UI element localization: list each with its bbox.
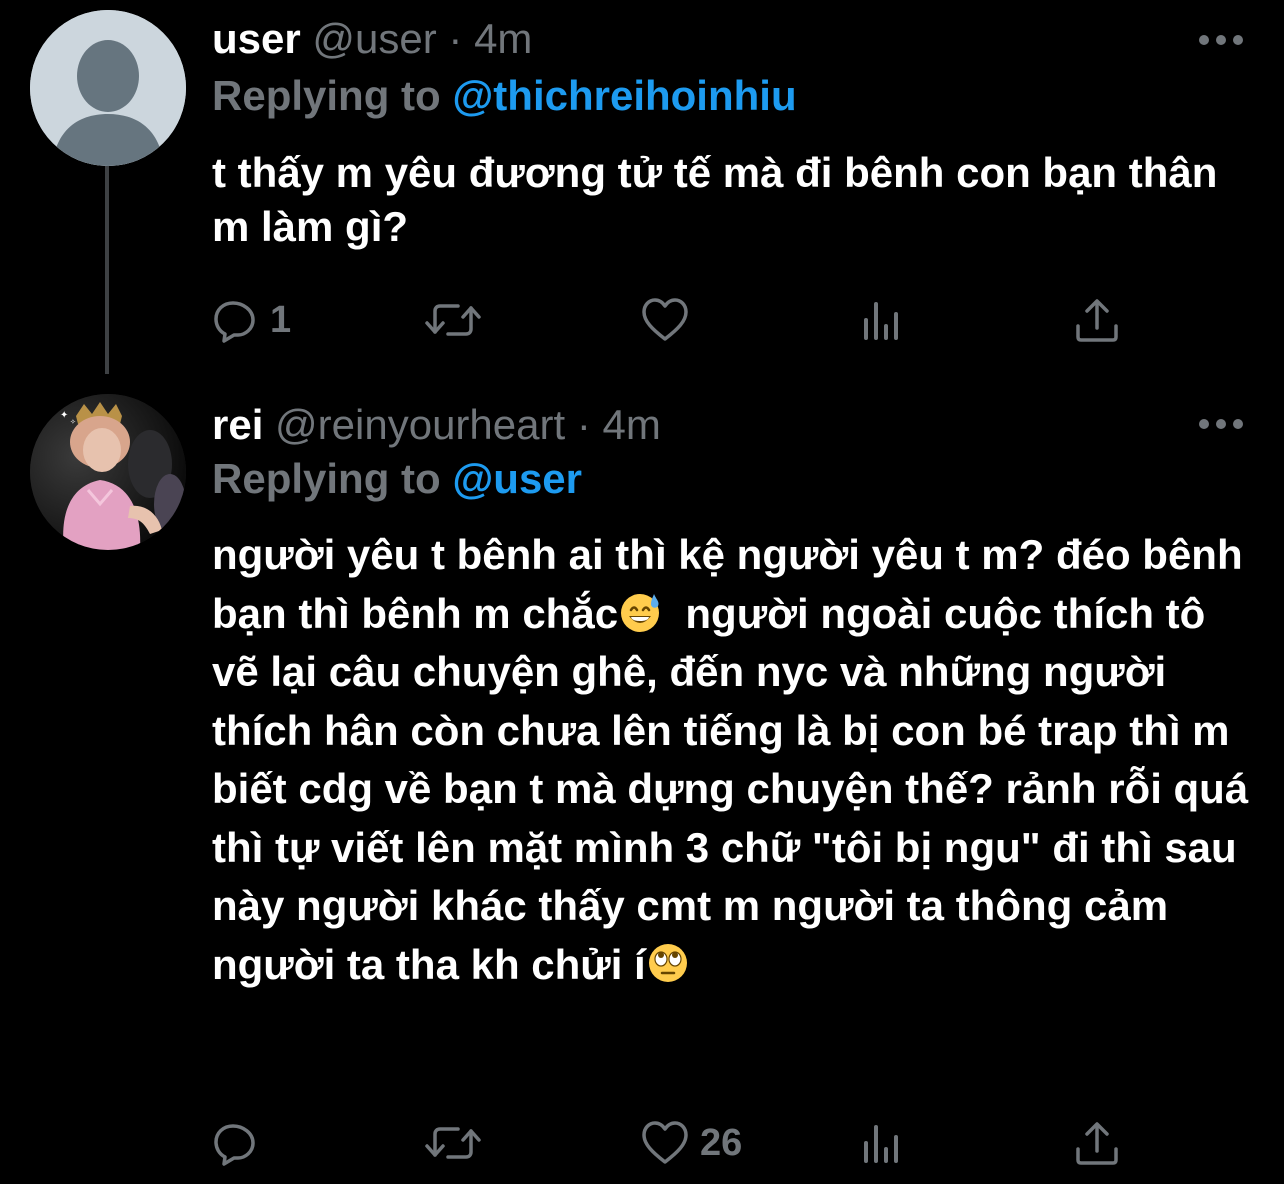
replying-to-line: Replying to @user [212,454,582,504]
reply-icon [214,301,255,343]
replying-to-mention[interactable]: @thichreihoinhiu [452,72,796,119]
tweet-actions: 1 [212,292,1252,348]
handle[interactable]: @reinyourheart [275,401,565,448]
default-profile-avatar[interactable] [30,10,186,166]
analytics-button[interactable] [860,292,904,348]
reply-button[interactable]: 1 [212,292,291,348]
grinning-face-with-sweat-emoji [621,593,660,632]
share-button[interactable] [1074,292,1120,348]
analytics-icon [864,302,898,340]
reply-count: 1 [270,298,292,341]
timestamp[interactable]: 4m [474,15,532,62]
profile-photo: ✦ ✧ [30,394,186,550]
handle[interactable]: @user [312,15,436,62]
like-button[interactable] [640,292,700,348]
heart-icon [642,1121,688,1164]
analytics-icon [864,1125,898,1163]
retweet-button[interactable] [424,292,492,348]
tweet-header: user @user · 4m [212,14,532,64]
reply-button[interactable] [212,1115,270,1171]
like-count: 26 [700,1121,743,1164]
heart-icon [642,298,688,341]
more-options-icon[interactable] [1198,417,1244,431]
replying-to-mention[interactable]: @user [452,455,582,502]
share-button[interactable] [1074,1115,1120,1171]
more-options-icon[interactable] [1198,33,1244,47]
thread-connector-line [105,166,109,374]
separator-dot: · [576,401,591,448]
retweet-icon [425,304,481,336]
share-icon [1076,1122,1118,1165]
tweet-text-part-2: người ngoài cuộc thích tô vẽ lại câu chu… [212,589,1260,988]
default-profile-icon [30,10,186,166]
analytics-button[interactable] [860,1115,904,1171]
replying-to-label: Replying to [212,455,441,502]
tweet-rei[interactable]: ✦ ✧ rei @reinyourheart · 4m Replying to … [0,390,1284,1184]
replying-to-label: Replying to [212,72,441,119]
profile-photo-avatar[interactable]: ✦ ✧ [30,394,186,550]
tweet-actions: 26 [212,1115,1252,1171]
tweet-text: người yêu t bênh ai thì kệ người yêu t m… [212,526,1252,994]
svg-text:✦: ✦ [60,410,68,421]
like-button[interactable]: 26 [640,1115,742,1171]
tweet-text: t thấy m yêu đương tử tế mà đi bênh con … [212,149,1230,250]
share-icon [1076,299,1118,342]
display-name[interactable]: rei [212,401,263,448]
tweet-user[interactable]: user @user · 4m Replying to @thichreihoi… [0,0,1284,390]
retweet-icon [425,1127,481,1159]
tweet-header: rei @reinyourheart · 4m [212,400,661,450]
timestamp[interactable]: 4m [603,401,661,448]
reply-icon [214,1124,255,1166]
separator-dot: · [448,15,463,62]
svg-text:✧: ✧ [70,418,76,426]
display-name[interactable]: user [212,15,301,62]
retweet-button[interactable] [424,1115,492,1171]
replying-to-line: Replying to @thichreihoinhiu [212,71,797,121]
face-with-rolling-eyes-emoji [648,943,687,982]
